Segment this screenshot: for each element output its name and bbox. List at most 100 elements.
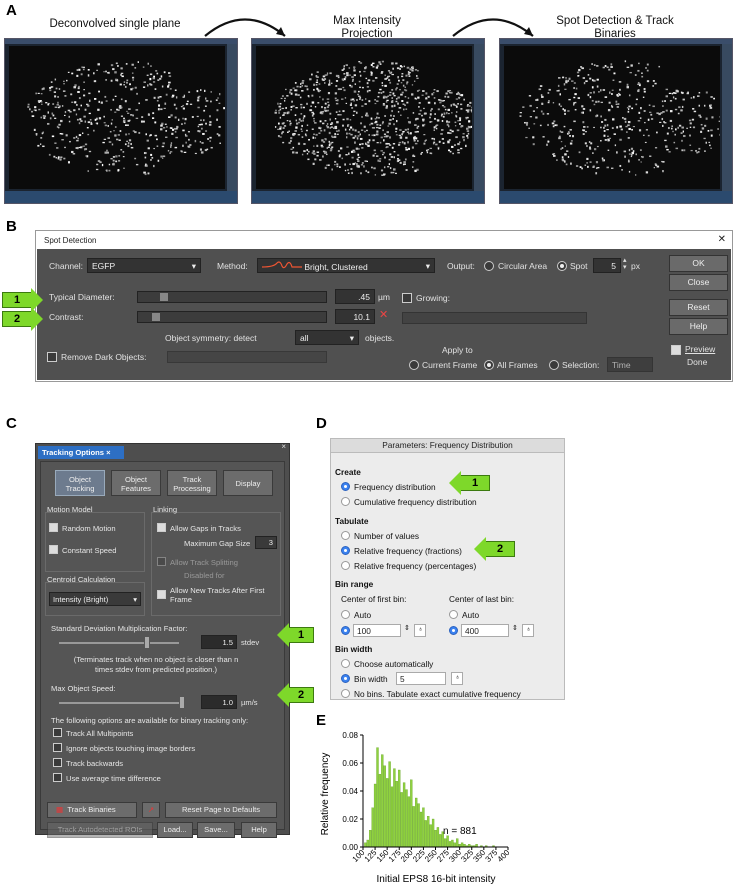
contrast-input[interactable]: 10.1 (335, 309, 375, 324)
radio-first-auto[interactable] (341, 610, 350, 619)
title-deconvolved: Deconvolved single plane (49, 18, 181, 30)
tab-track-processing[interactable]: Track Processing (167, 470, 217, 496)
close-icon[interactable]: ✕ (718, 234, 726, 245)
radio-number[interactable] (341, 531, 350, 540)
constant-speed-checkbox[interactable] (49, 545, 58, 554)
radio-cumulative[interactable] (341, 497, 350, 506)
load-button[interactable]: Load... (157, 822, 193, 838)
centroid-select[interactable]: Intensity (Bright) ▾ (49, 592, 141, 606)
contrast-slider[interactable] (137, 311, 327, 323)
radio-rel-percent[interactable] (341, 561, 350, 570)
opt-checkbox-3[interactable] (53, 773, 62, 782)
histogram-bar (446, 835, 449, 848)
n-label: n = 881 (443, 826, 477, 837)
random-motion-checkbox[interactable] (49, 523, 58, 532)
help-button[interactable]: Help (241, 822, 277, 838)
growing-checkbox[interactable] (402, 293, 412, 303)
pick-icon[interactable]: ♁ (522, 624, 534, 637)
radio-frequency[interactable] (341, 482, 350, 491)
green-arrow-d1: 1 (449, 471, 490, 495)
radio-first-value[interactable] (341, 626, 350, 635)
chevron-down-icon: ▾ (191, 261, 196, 271)
y-axis-label: Relative frequency (320, 753, 331, 836)
opt-checkbox-2[interactable] (53, 758, 62, 767)
speed-slider[interactable] (59, 696, 185, 709)
pick-icon[interactable]: ♁ (414, 624, 426, 637)
last-bin-input[interactable]: 400 (461, 624, 509, 637)
tab-display[interactable]: Display (223, 470, 273, 496)
tab-object-tracking[interactable]: Object Tracking (55, 470, 105, 496)
selection-select[interactable]: Time (607, 357, 653, 372)
remove-dark-checkbox[interactable] (47, 352, 57, 362)
growing-slider[interactable] (402, 312, 587, 324)
stepper-icon[interactable]: ▴ ▾ (623, 257, 627, 271)
track-autodetected-button[interactable]: Track Autodetected ROIs (47, 822, 153, 838)
histogram-bar (460, 842, 464, 848)
radio-choose-auto[interactable] (341, 659, 350, 668)
sd-input[interactable]: 1.5 (201, 635, 237, 649)
radio-selection[interactable] (549, 360, 559, 370)
bin-width-input[interactable]: 5 (396, 672, 446, 685)
wand-icon[interactable]: ↗ (142, 802, 160, 818)
radio-all-frames[interactable] (484, 360, 494, 370)
save-button[interactable]: Save... (197, 822, 235, 838)
dialog-title: Parameters: Frequency Distribution (331, 439, 564, 453)
tab-object-features[interactable]: Object Features (111, 470, 161, 496)
split-checkbox[interactable] (157, 557, 166, 566)
reset-button[interactable]: Reset (669, 299, 728, 316)
radio-bin-width[interactable] (341, 674, 350, 683)
radio-last-value[interactable] (449, 626, 458, 635)
max-gap-input[interactable]: 3 (255, 536, 277, 549)
sd-slider[interactable] (59, 636, 179, 649)
gaps-checkbox[interactable] (157, 523, 166, 532)
stepper-icon[interactable]: ⇕ (404, 624, 410, 632)
tabulate-heading: Tabulate (335, 516, 369, 526)
preview-checkbox[interactable] (671, 345, 681, 355)
opt-checkbox-0[interactable] (53, 728, 62, 737)
spot-size-input[interactable]: 5 (593, 258, 621, 273)
histogram-bar (405, 789, 408, 848)
radio-no-bins[interactable] (341, 689, 350, 698)
split-label: Allow Track Splitting (170, 558, 238, 567)
new-tracks-checkbox[interactable] (157, 590, 166, 599)
last-auto-label: Auto (462, 610, 480, 620)
histogram-bar (439, 834, 442, 848)
help-button[interactable]: Help (669, 318, 728, 335)
symmetry-value: all (300, 333, 309, 343)
radio-spot[interactable] (557, 261, 567, 271)
tab-tracking-options[interactable]: Tracking Options × (38, 446, 124, 459)
track-binaries-button[interactable]: ▦ Track Binaries (47, 802, 137, 818)
histogram-bar (407, 796, 411, 848)
radio-last-auto[interactable] (449, 610, 458, 619)
radio-circular-area[interactable] (484, 261, 494, 271)
close-button[interactable]: Close (669, 274, 728, 291)
sd-unit: stdev (241, 638, 260, 647)
close-icon[interactable]: × (281, 442, 286, 451)
remove-dark-slider[interactable] (167, 351, 327, 363)
channel-select[interactable]: EGFP ▾ (87, 258, 201, 273)
arrow-curved-2 (452, 18, 534, 37)
histogram-bar (453, 842, 456, 848)
symmetry-select[interactable]: all ▾ (295, 330, 359, 345)
method-select[interactable]: Bright, Clustered ▾ (257, 258, 435, 273)
ok-button[interactable]: OK (669, 255, 728, 272)
stepper-icon[interactable]: ⇕ (512, 624, 518, 632)
typical-diameter-slider[interactable] (137, 291, 327, 303)
bin-width-label: Bin width (354, 674, 388, 684)
create-heading: Create (335, 467, 361, 477)
histogram-bar (436, 827, 440, 848)
first-bin-label: Center of first bin: (341, 594, 407, 604)
radio-current-frame[interactable] (409, 360, 419, 370)
cumulative-label: Cumulative frequency distribution (354, 497, 477, 507)
clear-icon[interactable]: ✕ (379, 308, 388, 321)
pick-icon[interactable]: ♁ (451, 672, 463, 685)
typical-diameter-input[interactable]: .45 (335, 289, 375, 304)
opt-checkbox-1[interactable] (53, 743, 62, 752)
reset-page-button[interactable]: Reset Page to Defaults (165, 802, 277, 818)
radio-rel-fractions[interactable] (341, 546, 350, 555)
last-bin-label: Center of last bin: (449, 594, 515, 604)
first-bin-input[interactable]: 100 (353, 624, 401, 637)
histogram-bar (422, 807, 425, 848)
new-tracks-label: Allow New Tracks After First Frame (170, 586, 265, 604)
speed-input[interactable]: 1.0 (201, 695, 237, 709)
